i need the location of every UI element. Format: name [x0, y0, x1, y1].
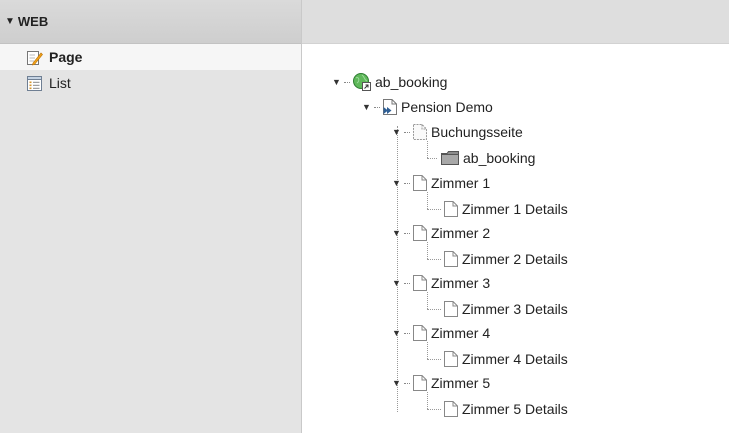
tree-connector: [404, 282, 410, 284]
list-module-icon: [27, 75, 42, 91]
tree-node-label[interactable]: Zimmer 2: [431, 225, 490, 241]
globe-icon: [353, 73, 371, 91]
page-icon: [413, 375, 427, 391]
page-icon: [413, 275, 427, 291]
expand-arrow-icon[interactable]: ▼: [362, 102, 372, 112]
page-icon: [413, 225, 427, 241]
tree-node-zimmer-5[interactable]: ▼ Zimmer 5: [392, 372, 490, 394]
module-menu: ▼ WEB Page List: [0, 0, 302, 433]
tree-connector: [404, 382, 410, 384]
expand-arrow-icon[interactable]: ▼: [392, 278, 402, 288]
tree-connector: [404, 131, 410, 133]
tree-guide-line: [427, 309, 441, 310]
expand-arrow-icon[interactable]: ▼: [392, 127, 402, 137]
tree-node-label[interactable]: Zimmer 5 Details: [462, 401, 568, 417]
tree-guide-line: [427, 192, 428, 209]
tree-node-zimmer-5-details[interactable]: Zimmer 5 Details: [443, 398, 568, 420]
tree-connector: [404, 232, 410, 234]
folder-icon: [441, 151, 459, 165]
tree-node-label[interactable]: ab_booking: [375, 74, 447, 90]
tree-node-label[interactable]: Buchungsseite: [431, 124, 523, 140]
tree-guide-line: [427, 158, 437, 159]
expand-arrow-icon[interactable]: ▼: [392, 378, 402, 388]
tree-guide-line: [427, 392, 428, 409]
tree-node-label[interactable]: Zimmer 3 Details: [462, 301, 568, 317]
tree-node-label[interactable]: Zimmer 5: [431, 375, 490, 391]
shortcut-page-icon: [383, 99, 397, 115]
module-item-list-label: List: [49, 75, 71, 91]
tree-node-zimmer-4[interactable]: ▼ Zimmer 4: [392, 322, 490, 344]
tree-node-buchungsseite[interactable]: ▼ Buchungsseite: [392, 121, 523, 143]
expand-arrow-icon[interactable]: ▼: [392, 228, 402, 238]
page-icon: [444, 301, 458, 317]
tree-node-zimmer-4-details[interactable]: Zimmer 4 Details: [443, 348, 568, 370]
tree-node-label[interactable]: Zimmer 1: [431, 175, 490, 191]
tree-node-ab-booking-folder[interactable]: ab_booking: [440, 147, 535, 169]
tree-guide-line: [427, 409, 441, 410]
page-icon: [413, 325, 427, 341]
page-module-icon: [27, 50, 43, 65]
expand-arrow-icon[interactable]: ▼: [392, 328, 402, 338]
tree-connector: [374, 106, 380, 108]
tree-node-label[interactable]: Zimmer 1 Details: [462, 201, 568, 217]
page-icon: [444, 201, 458, 217]
module-item-page-label: Page: [49, 49, 83, 65]
module-item-list[interactable]: List: [0, 70, 301, 96]
tree-node-label[interactable]: Pension Demo: [401, 99, 493, 115]
expand-arrow-icon[interactable]: ▼: [332, 77, 342, 87]
tree-node-label[interactable]: Zimmer 3: [431, 275, 490, 291]
tree-guide-line: [427, 141, 428, 158]
module-section-label: WEB: [17, 14, 49, 29]
tree-guide-line: [427, 259, 441, 260]
page-icon: [444, 351, 458, 367]
tree-toolbar: [302, 0, 729, 44]
tree-node-zimmer-2-details[interactable]: Zimmer 2 Details: [443, 248, 568, 270]
module-item-page[interactable]: Page: [0, 44, 301, 70]
tree-node-zimmer-1[interactable]: ▼ Zimmer 1: [392, 172, 490, 194]
tree-guide-line: [427, 292, 428, 309]
tree-connector: [404, 182, 410, 184]
tree-node-zimmer-1-details[interactable]: Zimmer 1 Details: [443, 198, 568, 220]
tree-guide-line: [427, 359, 441, 360]
tree-guide-line: [397, 126, 398, 412]
tree-node-zimmer-3[interactable]: ▼ Zimmer 3: [392, 272, 490, 294]
tree-connector: [404, 332, 410, 334]
page-icon: [444, 251, 458, 267]
tree-node-zimmer-3-details[interactable]: Zimmer 3 Details: [443, 298, 568, 320]
tree-guide-line: [427, 342, 428, 359]
tree-node-label[interactable]: Zimmer 4: [431, 325, 490, 341]
module-section-header[interactable]: ▼ WEB: [0, 0, 301, 44]
tree-guide-line: [427, 242, 428, 259]
tree-node-label[interactable]: ab_booking: [463, 150, 535, 166]
tree-node-zimmer-2[interactable]: ▼ Zimmer 2: [392, 222, 490, 244]
hidden-page-icon: [413, 124, 427, 140]
expand-arrow-icon[interactable]: ▼: [392, 178, 402, 188]
tree-guide-line: [427, 209, 441, 210]
page-icon: [413, 175, 427, 191]
tree-connector: [344, 81, 350, 83]
collapse-triangle-icon[interactable]: ▼: [5, 16, 15, 27]
page-icon: [444, 401, 458, 417]
tree-node-pension-demo[interactable]: ▼ Pension Demo: [362, 96, 493, 118]
page-tree: ▼ ab_booking ▼ Pension Demo ▼ Buchungsse…: [302, 44, 729, 433]
tree-node-label[interactable]: Zimmer 2 Details: [462, 251, 568, 267]
tree-node-root[interactable]: ▼ ab_booking: [332, 71, 447, 93]
tree-node-label[interactable]: Zimmer 4 Details: [462, 351, 568, 367]
